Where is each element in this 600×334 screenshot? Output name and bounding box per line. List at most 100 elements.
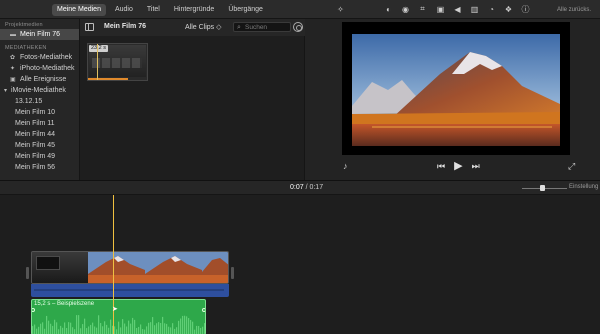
play-icon[interactable]: ▶ [454,161,462,172]
waveform-bar [168,326,170,334]
sidebar-item-label: Alle Ereignisse [20,76,67,83]
waveform-bar [126,326,128,334]
sidebar-item-project[interactable]: ▬ Mein Film 76 [0,29,79,40]
media-browser: Mein Film 76 Alle Clips ◇ ⌕ 23,2 s [80,19,305,180]
sidebar-toggle-icon[interactable] [85,23,94,31]
waveform-bar [36,328,38,334]
tab-backgrounds[interactable]: Hintergründe [169,4,219,16]
search-box[interactable]: ⌕ [233,22,291,32]
waveform-bar [146,326,148,334]
waveform-bar [178,320,180,334]
clip-duration-badge: 23,2 s [89,45,108,52]
waveform-bar [122,319,124,334]
waveform-bar [124,323,126,334]
waveform-bar [50,323,52,334]
volume-icon[interactable]: ◀ [452,3,463,15]
video-clip[interactable] [31,251,229,284]
voiceover-icon[interactable]: ♪ [343,161,348,171]
sidebar-item-event[interactable]: Mein Film 11 [0,118,79,129]
waveform-bar [194,329,196,334]
fade-handle-right[interactable] [202,308,205,312]
waveform-bar [182,315,184,334]
sidebar-item-event[interactable]: Mein Film 45 [0,140,79,151]
clip-used-indicator [88,78,128,80]
waveform-bar [56,322,58,334]
waveform-bar [72,327,74,334]
waveform-bar [114,326,116,334]
gear-icon[interactable] [293,22,303,32]
speed-icon[interactable]: ◔ [486,3,497,15]
waveform-bar [76,315,78,334]
timeline-settings-button[interactable]: Einstellung [569,184,598,190]
waveform-bar [64,322,66,334]
reset-all-button[interactable]: Alle zurücks. [557,7,591,13]
tab-titles[interactable]: Titel [142,4,165,16]
waveform-bar [138,326,140,334]
waveform-bar [92,322,94,334]
music-clip-label: 15,2 s – Beispielszene [34,301,95,307]
playhead[interactable] [113,195,114,334]
zoom-slider-knob[interactable] [540,185,545,191]
clip-audio-track[interactable] [31,284,229,297]
waveform-bar [164,323,166,334]
waveform-bar [196,325,198,334]
waveform-bar [68,322,70,334]
audio-waveform [32,315,205,334]
sidebar-item-iphoto[interactable]: ✦ iPhoto-Mediathek [0,63,79,74]
sidebar-item-event[interactable]: Mein Film 49 [0,151,79,162]
waveform-bar [96,327,98,334]
waveform-bar [74,329,76,334]
waveform-bar [110,319,112,334]
sidebar-item-all-events[interactable]: ▣ Alle Ereignisse [0,74,79,85]
waveform-bar [172,323,174,334]
waveform-bar [174,328,176,334]
waveform-bar [38,326,40,334]
sidebar-item-label: Fotos-Mediathek [20,54,73,61]
fade-handle-left[interactable] [32,308,35,312]
sidebar-item-imovie-library[interactable]: ▾ iMovie-Mediathek [0,85,79,96]
tab-audio[interactable]: Audio [110,4,138,16]
waveform-bar [100,323,102,334]
music-clip[interactable]: 15,2 s – Beispielszene [31,299,206,334]
clip-filter-select[interactable]: Alle Clips ◇ [185,23,222,31]
waveform-bar [88,326,90,334]
magic-wand-icon[interactable]: ✧ [335,3,346,15]
color-balance-icon[interactable]: ◐ [383,3,394,15]
waveform-bar [184,315,186,334]
search-input[interactable] [245,23,290,32]
info-icon[interactable]: ⓘ [520,3,531,15]
waveform-bar [152,317,154,334]
color-correction-icon[interactable]: ◉ [400,3,411,15]
waveform-bar [108,327,110,334]
sidebar-item-event[interactable]: Mein Film 44 [0,129,79,140]
waveform-bar [144,329,146,334]
sidebar-item-event[interactable]: Mein Film 10 [0,107,79,118]
clip-filmstrip [92,58,142,68]
waveform-bar [42,322,44,334]
tab-transitions[interactable]: Übergänge [223,4,268,16]
waveform-bar [44,328,46,334]
clip-filter-icon[interactable]: ❖ [503,3,514,15]
fullscreen-icon[interactable]: ⤢ [568,161,575,172]
track-handle-right[interactable] [231,267,234,279]
sidebar-item-event[interactable]: 13.12.15 [0,96,79,107]
timeline-header: 0:07 / 0:17 Einstellung [0,181,600,195]
waveform-bar [156,323,158,334]
skip-forward-icon[interactable]: ⏭ [472,161,480,171]
sidebar-item-photos[interactable]: ✿ Fotos-Mediathek [0,52,79,63]
video-clip-frame [32,252,88,283]
waveform-bar [70,322,72,334]
viewer: ♪ ⏮ ▶ ⏭ ⤢ [305,19,600,180]
noise-reduction-icon[interactable]: ▥ [469,3,480,15]
stabilization-icon[interactable]: ▣ [435,3,446,15]
track-handle-left[interactable] [26,267,29,279]
waveform-bar [48,320,50,334]
crop-icon[interactable]: ⌗ [417,3,428,15]
waveform-bar [84,318,86,334]
audio-waveform [34,289,224,291]
skip-back-icon[interactable]: ⏮ [437,161,445,171]
video-clip-frame [88,252,145,283]
sidebar-item-event[interactable]: Mein Film 56 [0,162,79,173]
tab-my-media[interactable]: Meine Medien [52,4,106,16]
clip-thumbnail[interactable]: 23,2 s [87,43,148,81]
